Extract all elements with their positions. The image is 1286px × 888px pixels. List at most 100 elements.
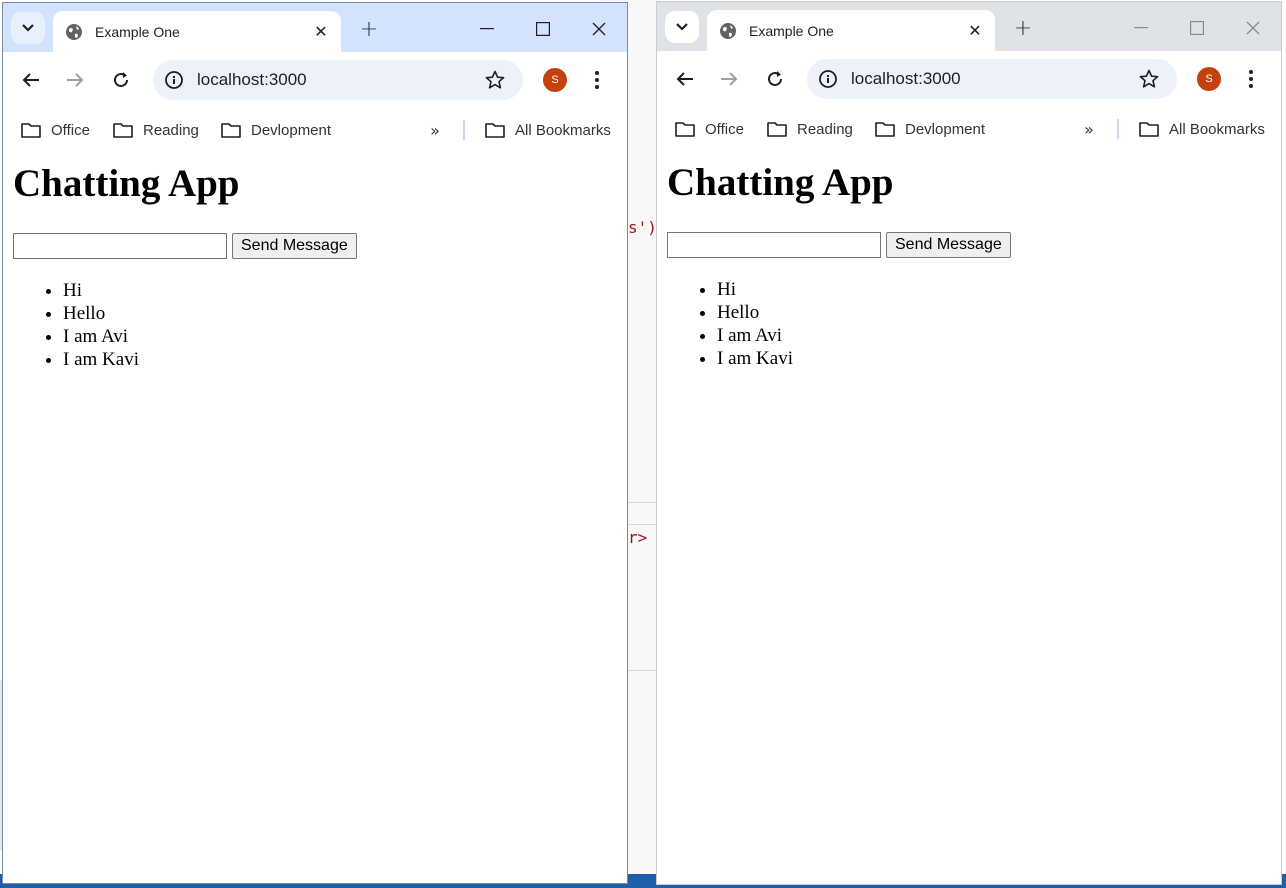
background-divider [628, 670, 656, 671]
minimize-icon [1134, 27, 1148, 29]
bookmark-devlopment[interactable]: Devlopment [875, 117, 985, 141]
browser-window-1: Example One ✕ + localhost:3000 S Office … [2, 2, 628, 884]
avatar[interactable]: S [543, 68, 567, 92]
list-item: I am Kavi [63, 348, 617, 371]
forward-button[interactable] [715, 65, 743, 93]
back-button[interactable] [17, 66, 45, 94]
tab-example-one[interactable]: Example One ✕ [53, 11, 341, 52]
tab-strip: Example One ✕ + [3, 3, 627, 52]
folder-icon [113, 123, 133, 138]
window-close-button[interactable] [1225, 10, 1281, 46]
bookmark-office[interactable]: Office [675, 117, 744, 141]
page-content: Chatting App Send Message Hi Hello I am … [3, 150, 627, 371]
bookmark-label: Reading [143, 121, 199, 139]
send-message-button[interactable]: Send Message [886, 232, 1011, 258]
double-chevron-icon[interactable]: » [1079, 119, 1099, 139]
bookmark-office[interactable]: Office [21, 118, 90, 142]
bookmark-label: Reading [797, 120, 853, 138]
bookmark-separator [1117, 119, 1119, 139]
close-icon[interactable]: ✕ [961, 17, 989, 45]
browser-window-2: Example One ✕ + localhost:3000 S Office … [656, 1, 1282, 885]
bookmark-all[interactable]: All Bookmarks [485, 118, 611, 142]
reload-button[interactable] [761, 65, 789, 93]
page-title: Chatting App [667, 161, 894, 204]
bookmark-label: Devlopment [905, 120, 986, 138]
kebab-icon[interactable] [1241, 65, 1261, 93]
bookmarks-bar: Office Reading Devlopment » All Bookmark… [3, 110, 627, 150]
avatar[interactable]: S [1197, 67, 1221, 91]
list-item: I am Avi [717, 324, 1271, 347]
arrow-left-icon [22, 73, 39, 87]
reload-icon [768, 71, 782, 86]
send-message-button[interactable]: Send Message [232, 233, 357, 259]
reload-icon [114, 72, 128, 87]
info-icon[interactable] [163, 69, 185, 91]
bookmark-label: Office [51, 121, 90, 139]
bookmark-devlopment[interactable]: Devlopment [221, 118, 331, 142]
maximize-icon [536, 22, 550, 36]
globe-icon [66, 23, 82, 40]
folder-icon [875, 122, 895, 137]
bookmarks-bar: Office Reading Devlopment » All Bookmark… [657, 109, 1281, 149]
maximize-icon [1190, 21, 1204, 35]
bookmark-label: All Bookmarks [515, 121, 611, 139]
address-bar[interactable]: localhost:3000 [807, 59, 1177, 99]
maximize-button[interactable] [1169, 10, 1225, 46]
bookmark-reading[interactable]: Reading [113, 118, 199, 142]
tab-search-button[interactable] [665, 11, 699, 43]
arrow-left-icon [676, 72, 693, 86]
message-input[interactable] [667, 232, 881, 258]
star-icon[interactable] [481, 66, 509, 94]
chevron-down-icon [22, 24, 34, 32]
window-close-button[interactable] [571, 11, 627, 47]
chevron-down-icon [676, 23, 688, 31]
minimize-button[interactable] [459, 11, 515, 47]
background-divider [628, 502, 656, 503]
close-icon [592, 22, 606, 36]
url-text: localhost:3000 [197, 70, 307, 89]
message-form: Send Message [667, 232, 1271, 258]
plus-icon[interactable]: + [1009, 14, 1037, 42]
tab-search-button[interactable] [11, 12, 45, 44]
toolbar: localhost:3000 S [3, 52, 627, 110]
toolbar: localhost:3000 S [657, 51, 1281, 109]
bookmark-all[interactable]: All Bookmarks [1139, 117, 1265, 141]
tab-title: Example One [749, 22, 834, 39]
maximize-button[interactable] [515, 11, 571, 47]
kebab-icon[interactable] [587, 66, 607, 94]
tab-example-one[interactable]: Example One ✕ [707, 10, 995, 51]
page-title: Chatting App [13, 162, 240, 205]
folder-icon [221, 123, 241, 138]
arrow-right-icon [67, 73, 84, 87]
background-code-line: s') [628, 218, 657, 237]
bookmark-label: Devlopment [251, 121, 332, 139]
page-content: Chatting App Send Message Hi Hello I am … [657, 149, 1281, 370]
bookmark-label: Office [705, 120, 744, 138]
arrow-right-icon [721, 72, 738, 86]
list-item: Hello [63, 302, 617, 325]
list-item: Hello [717, 301, 1271, 324]
folder-icon [767, 122, 787, 137]
tab-strip: Example One ✕ + [657, 2, 1281, 51]
close-icon[interactable]: ✕ [307, 18, 335, 46]
close-icon [1246, 21, 1260, 35]
forward-button[interactable] [61, 66, 89, 94]
list-item: I am Avi [63, 325, 617, 348]
background-code-line: r> [628, 528, 648, 547]
bookmark-reading[interactable]: Reading [767, 117, 853, 141]
reload-button[interactable] [107, 66, 135, 94]
star-icon[interactable] [1135, 65, 1163, 93]
plus-icon[interactable]: + [355, 15, 383, 43]
double-chevron-icon[interactable]: » [425, 120, 445, 140]
back-button[interactable] [671, 65, 699, 93]
info-icon[interactable] [817, 68, 839, 90]
tab-title: Example One [95, 23, 180, 40]
bookmark-separator [463, 120, 465, 140]
globe-icon [720, 22, 736, 39]
message-input[interactable] [13, 233, 227, 259]
list-item: I am Kavi [717, 347, 1271, 370]
minimize-button[interactable] [1113, 10, 1169, 46]
list-item: Hi [63, 279, 617, 302]
address-bar[interactable]: localhost:3000 [153, 60, 523, 100]
folder-icon [485, 123, 505, 138]
